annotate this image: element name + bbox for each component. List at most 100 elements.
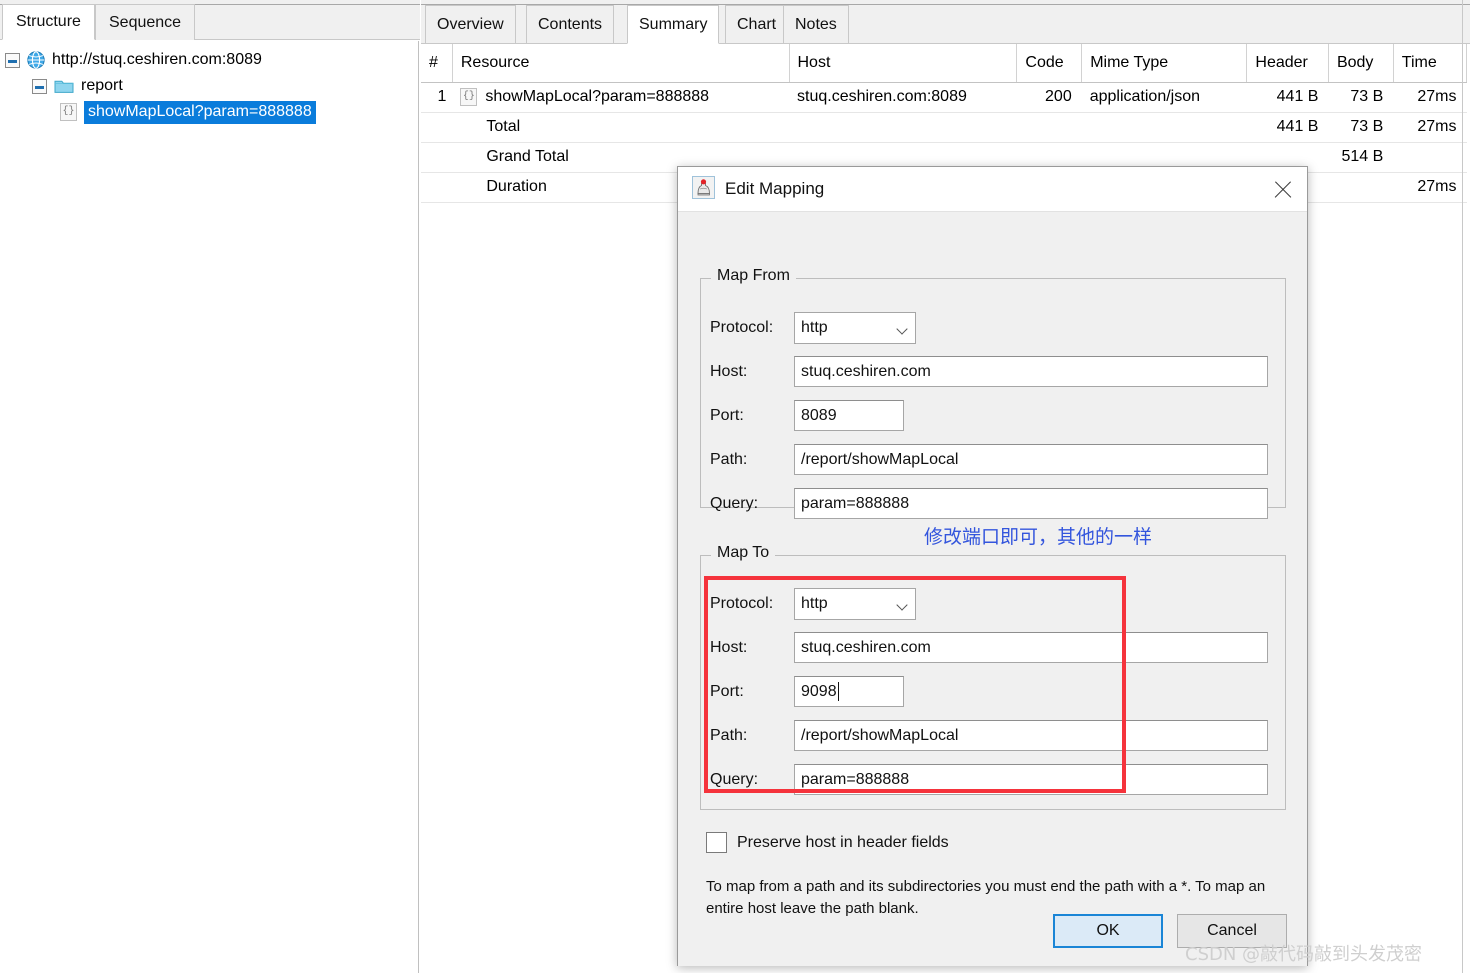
column-header-header[interactable]: Header <box>1246 44 1329 83</box>
globe-icon <box>27 51 45 69</box>
map-to-query-label: Query: <box>710 770 759 788</box>
tab-sequence-label: Sequence <box>109 13 182 31</box>
dialog-body: Map From Protocol: http Host: stuq.ceshi… <box>678 212 1307 966</box>
map-from-path-row: Path: /report/showMapLocal <box>710 444 1268 475</box>
cell-mime-type <box>1081 112 1247 143</box>
edit-mapping-dialog: Edit Mapping Map From Protocol: http Hos… <box>677 166 1308 966</box>
map-from-host-row: Host: stuq.ceshiren.com <box>710 356 1268 387</box>
json-icon: {} <box>60 103 77 121</box>
tab-sequence[interactable]: Sequence <box>95 4 196 40</box>
map-from-port-input[interactable]: 8089 <box>794 400 904 431</box>
column-header-mime-type[interactable]: Mime Type <box>1081 44 1248 83</box>
map-to-port-input[interactable]: 9098 <box>794 676 904 707</box>
map-to-port-row: Port: 9098 <box>710 676 904 707</box>
column-header-time[interactable]: Time <box>1393 44 1468 83</box>
chinese-annotation-note: 修改端口即可，其他的一样 <box>924 526 1153 548</box>
column-header-code[interactable]: Code <box>1016 44 1083 83</box>
tab-overview-label: Overview <box>437 16 504 33</box>
map-to-query-row: Query: param=888888 <box>710 764 1268 795</box>
chevron-down-icon <box>898 601 909 608</box>
folder-icon <box>54 78 74 94</box>
map-to-host-label: Host: <box>710 638 748 656</box>
tab-overview[interactable]: Overview <box>425 5 516 44</box>
map-to-legend: Map To <box>711 544 776 562</box>
map-to-protocol-select[interactable]: http <box>794 588 916 620</box>
table-row[interactable]: Total 441 B 73 B 27ms <box>421 112 1467 143</box>
cell-time: 27ms <box>1393 172 1467 203</box>
tab-chart[interactable]: Chart <box>725 5 789 44</box>
cell-host: stuq.ceshiren.com:8089 <box>789 82 1017 113</box>
cell-resource-label: Total <box>486 118 521 135</box>
tree-node-report-label: report <box>81 77 123 94</box>
map-to-protocol-label: Protocol: <box>710 595 774 612</box>
json-icon: {} <box>460 88 478 106</box>
tab-summary[interactable]: Summary <box>627 5 720 44</box>
map-to-protocol-value: http <box>801 595 828 612</box>
map-to-query-input[interactable]: param=888888 <box>794 764 1268 795</box>
left-panel: Structure Sequence http://stuq.ceshiren.… <box>0 0 420 973</box>
close-icon[interactable] <box>1271 178 1295 202</box>
cell-body-size <box>1328 172 1394 203</box>
table-row[interactable]: 1 {} showMapLocal?param=888888 stuq.cesh… <box>421 82 1467 113</box>
map-to-protocol-row: Protocol: http <box>710 588 916 620</box>
column-header-body[interactable]: Body <box>1328 44 1394 83</box>
cell-number <box>421 172 453 203</box>
map-to-host-input[interactable]: stuq.ceshiren.com <box>794 632 1268 663</box>
panel-divider <box>1462 0 1463 973</box>
tree-node-request[interactable]: {} showMapLocal?param=888888 <box>0 99 418 125</box>
map-to-host-row: Host: stuq.ceshiren.com <box>710 632 1268 663</box>
map-to-path-label: Path: <box>710 726 748 744</box>
map-to-path-input[interactable]: /report/showMapLocal <box>794 720 1268 751</box>
charles-proxy-icon <box>692 175 725 203</box>
cell-number <box>421 142 453 173</box>
column-header-host[interactable]: Host <box>789 44 1018 83</box>
column-header-number[interactable]: # <box>421 44 453 83</box>
tab-contents-label: Contents <box>538 16 603 33</box>
map-from-protocol-value: http <box>801 319 828 336</box>
map-from-legend: Map From <box>711 267 796 285</box>
map-from-port-label: Port: <box>710 406 744 424</box>
preserve-host-row[interactable]: Preserve host in header fields <box>706 832 949 853</box>
expand-collapse-icon[interactable] <box>5 52 20 68</box>
ok-button[interactable]: OK <box>1053 914 1163 948</box>
preserve-host-checkbox[interactable] <box>706 832 727 853</box>
cell-number: 1 <box>421 82 453 113</box>
preserve-host-label: Preserve host in header fields <box>737 833 949 851</box>
map-from-protocol-label: Protocol: <box>710 319 774 336</box>
cell-header-size: 441 B <box>1246 112 1329 143</box>
cell-mime-type: application/json <box>1081 82 1247 113</box>
map-from-protocol-select[interactable]: http <box>794 312 916 344</box>
tree-node-request-label: showMapLocal?param=888888 <box>84 100 316 124</box>
cell-time: 27ms <box>1393 82 1467 113</box>
tab-contents[interactable]: Contents <box>526 5 615 44</box>
map-to-port-label: Port: <box>710 682 744 700</box>
tab-notes[interactable]: Notes <box>783 5 849 44</box>
map-from-host-label: Host: <box>710 362 748 380</box>
map-from-query-row: Query: param=888888 <box>710 488 1268 519</box>
column-header-resource[interactable]: Resource <box>452 44 790 83</box>
tab-structure-label: Structure <box>16 13 81 30</box>
map-from-port-row: Port: 8089 <box>710 400 904 431</box>
cell-body-size: 73 B <box>1328 82 1394 113</box>
tab-structure[interactable]: Structure <box>2 4 95 40</box>
cancel-button[interactable]: Cancel <box>1177 914 1287 948</box>
dialog-title-bar[interactable]: Edit Mapping <box>678 167 1307 212</box>
expand-collapse-icon[interactable] <box>32 78 47 94</box>
map-from-query-input[interactable]: param=888888 <box>794 488 1268 519</box>
cell-time <box>1393 142 1467 173</box>
map-from-path-input[interactable]: /report/showMapLocal <box>794 444 1268 475</box>
cell-time: 27ms <box>1393 112 1467 143</box>
tree-node-report[interactable]: report <box>0 73 418 99</box>
table-header-row: # Resource Host Code Mime Type Header Bo… <box>421 44 1468 83</box>
dialog-button-row: OK Cancel <box>1053 914 1287 948</box>
map-from-query-label: Query: <box>710 494 759 512</box>
map-to-port-value: 9098 <box>801 682 837 700</box>
map-from-host-input[interactable]: stuq.ceshiren.com <box>794 356 1268 387</box>
cell-resource-label: Grand Total <box>486 148 569 165</box>
tree-node-host[interactable]: http://stuq.ceshiren.com:8089 <box>0 47 418 73</box>
text-cursor <box>837 682 839 701</box>
cell-body-size: 514 B <box>1328 142 1394 173</box>
cell-resource: Total <box>452 112 789 143</box>
cell-resource-label: showMapLocal?param=888888 <box>485 88 710 105</box>
cell-header-size: 441 B <box>1246 82 1329 113</box>
